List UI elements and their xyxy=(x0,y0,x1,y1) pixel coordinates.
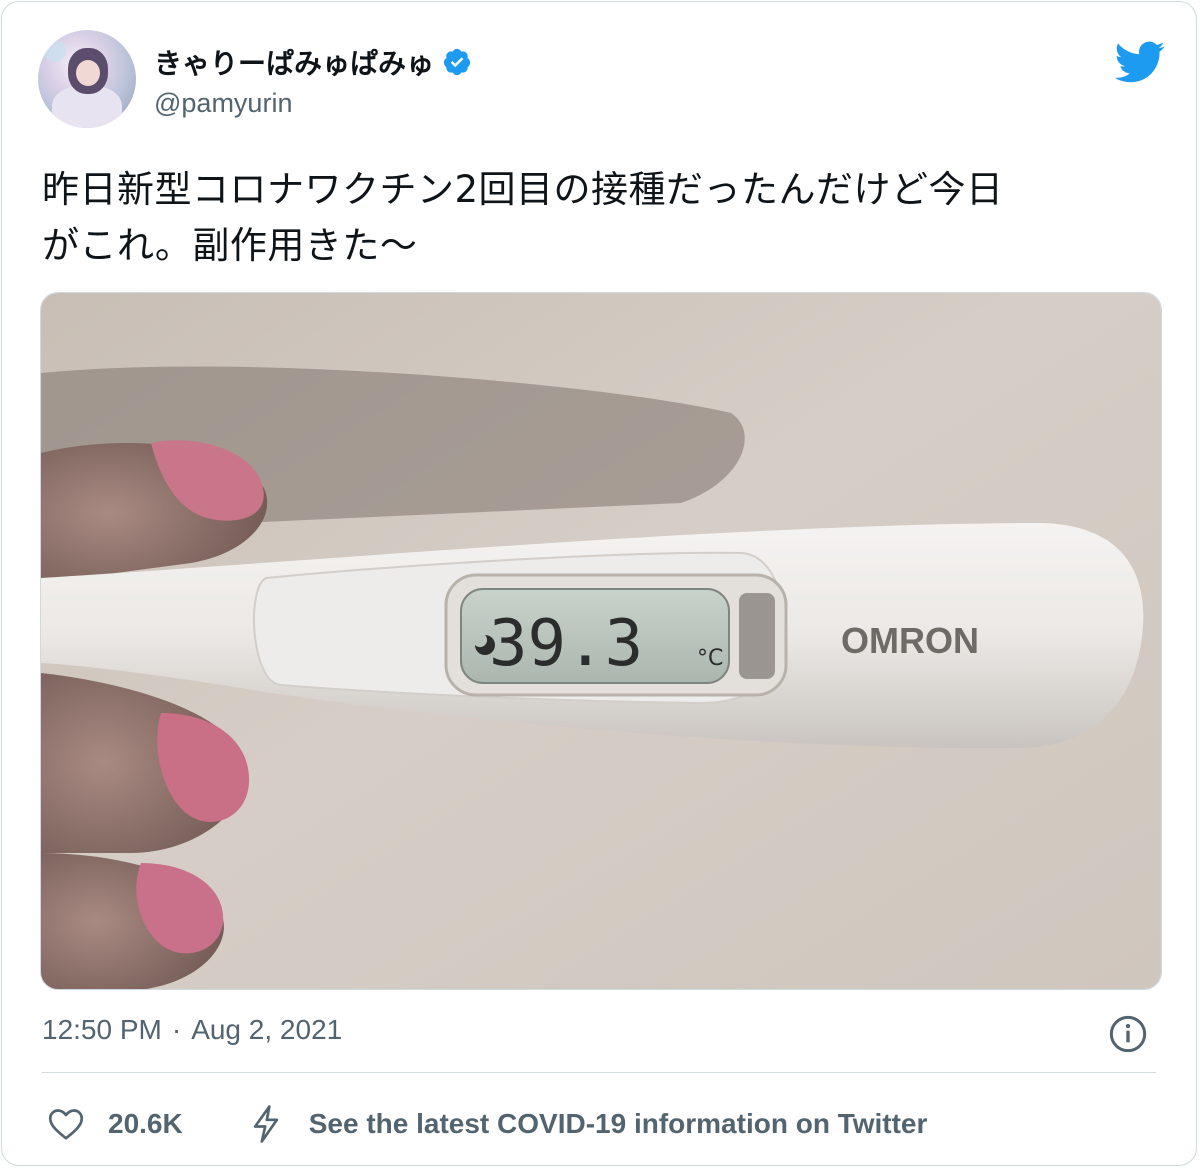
author-name-row[interactable]: きゃりーぱみゅぱみゅ xyxy=(154,42,472,82)
bolt-icon xyxy=(253,1105,278,1143)
tweet-card: きゃりーぱみゅぱみゅ @pamyurin 昨日新型コロナワクチン2回目の接種だっ… xyxy=(1,1,1197,1166)
like-count: 20.6K xyxy=(108,1108,183,1139)
tweet-time: 12:50 PM xyxy=(42,1014,162,1045)
user-handle[interactable]: @pamyurin xyxy=(154,88,292,119)
meta-separator: · xyxy=(171,1014,182,1045)
display-name[interactable]: きゃりーぱみゅぱみゅ xyxy=(154,42,434,82)
thermometer-brand: OMRON xyxy=(841,620,979,661)
tweet-actions: 20.6K See the latest COVID-19 informatio… xyxy=(48,1098,927,1150)
divider xyxy=(42,1072,1156,1073)
twitter-bird-icon[interactable] xyxy=(1112,40,1166,84)
verified-badge-icon xyxy=(443,48,471,76)
like-button[interactable]: 20.6K xyxy=(48,1107,183,1141)
thermometer-reading: 39.3 xyxy=(489,607,643,681)
thermometer-unit: °C xyxy=(697,646,723,671)
tweet-text-line-1: 昨日新型コロナワクチン2回目の接種だったんだけど今日 xyxy=(42,168,1004,211)
thermometer-photo: 39.3 °C OMRON xyxy=(41,293,1161,989)
avatar[interactable] xyxy=(38,30,136,128)
tweet-text-line-2: がこれ。副作用きた〜 xyxy=(42,224,418,267)
tweet-date: Aug 2, 2021 xyxy=(191,1014,343,1045)
covid-info-link[interactable]: See the latest COVID-19 information on T… xyxy=(249,1104,928,1144)
tweet-text: 昨日新型コロナワクチン2回目の接種だったんだけど今日 がこれ。副作用きた〜 xyxy=(42,162,1162,274)
tweet-timestamp[interactable]: 12:50 PM · Aug 2, 2021 xyxy=(42,1014,342,1046)
tweet-photo[interactable]: 39.3 °C OMRON xyxy=(40,292,1162,990)
info-icon[interactable] xyxy=(1108,1014,1148,1054)
heart-icon xyxy=(48,1109,84,1140)
covid-notice: See the latest COVID-19 information on T… xyxy=(308,1108,928,1139)
